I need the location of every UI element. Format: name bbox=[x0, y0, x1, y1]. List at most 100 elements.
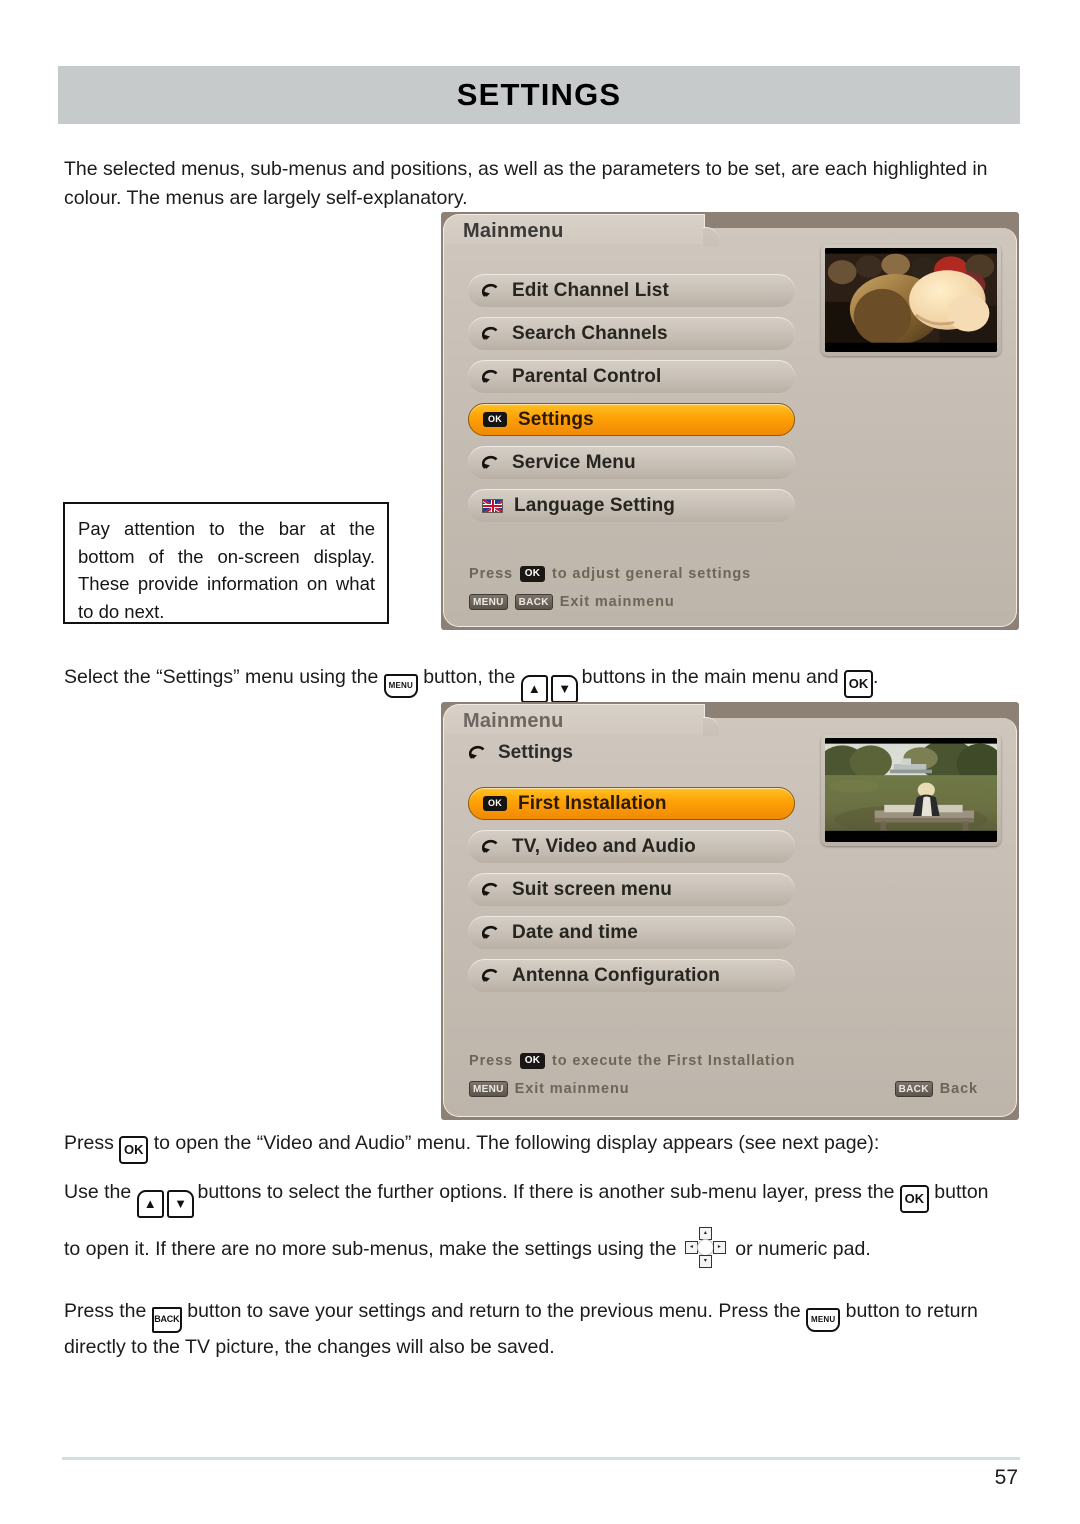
arrow-up-icon: ▲ bbox=[520, 675, 548, 703]
back-key-icon: BACK bbox=[894, 1081, 933, 1097]
ok-key-icon: OK bbox=[843, 670, 873, 698]
osd-status-line-2: MENU Exit mainmenu BACK Back bbox=[469, 1075, 997, 1103]
navigation-pad-icon: ▴ ◂ ▸ ▾ bbox=[684, 1227, 728, 1269]
instruction-use-buttons: Use the ▲ ▼ buttons to select the furthe… bbox=[64, 1178, 1022, 1218]
osd-menu-item-suit-screen-menu[interactable]: Suit screen menu bbox=[468, 873, 795, 906]
osd-status-back-label: Back bbox=[939, 1081, 978, 1097]
instruction-text-part1: to open it. If there are no more sub-men… bbox=[64, 1238, 677, 1260]
osd-video-preview bbox=[821, 734, 1001, 846]
osd-menu-item-label: Service Menu bbox=[512, 451, 636, 473]
osd-menu-item-service-menu[interactable]: Service Menu bbox=[468, 446, 795, 479]
back-key-icon: BACK bbox=[151, 1307, 182, 1333]
osd-status-line-2: MENU BACK Exit mainmenu bbox=[469, 588, 997, 616]
osd-menu-item-label: TV, Video and Audio bbox=[512, 835, 696, 857]
osd-menu-item-settings-selected[interactable]: OK Settings bbox=[468, 403, 795, 436]
osd-status-exit-label: Exit mainmenu bbox=[514, 1081, 630, 1097]
instruction-text-part1: Use the bbox=[64, 1181, 132, 1203]
arrow-down-icon: ▼ bbox=[551, 675, 579, 703]
intro-paragraph: The selected menus, sub-menus and positi… bbox=[64, 158, 988, 209]
park-bench-scene-thumbnail bbox=[825, 738, 997, 842]
menu-key-icon: MENU bbox=[469, 594, 508, 610]
osd-menu-item-date-and-time[interactable]: Date and time bbox=[468, 916, 795, 949]
ok-key-icon: OK bbox=[899, 1185, 929, 1213]
instruction-select-settings: Select the “Settings” menu using the MEN… bbox=[64, 663, 1022, 703]
osd-menu-item-label: Settings bbox=[518, 408, 594, 430]
osd-menu-item-label: Date and time bbox=[512, 921, 638, 943]
osd-status-line-1: Press OK to execute the First Installati… bbox=[469, 1047, 997, 1075]
arrow-loop-icon bbox=[482, 282, 501, 300]
note-box: Pay attention to the bar at the bottom o… bbox=[63, 502, 389, 624]
osd-menu-item-label: Parental Control bbox=[512, 365, 662, 387]
osd-menu-item-edit-channel-list[interactable]: Edit Channel List bbox=[468, 274, 795, 307]
instruction-press-ok: Press OK to open the “Video and Audio” m… bbox=[64, 1129, 1022, 1164]
arrow-loop-icon bbox=[482, 838, 501, 856]
osd-menu-item-label: Language Setting bbox=[514, 494, 675, 516]
arrow-down-icon: ▼ bbox=[167, 1190, 195, 1218]
instruction-text-part1: Press the bbox=[64, 1300, 147, 1322]
manual-page: SETTINGS The selected menus, sub-menus a… bbox=[0, 0, 1080, 1524]
arrow-up-icon: ▲ bbox=[136, 1190, 164, 1218]
osd-menu-item-label: Search Channels bbox=[512, 322, 668, 344]
arrow-loop-icon bbox=[469, 744, 488, 762]
osd-menu-item-search-channels[interactable]: Search Channels bbox=[468, 317, 795, 350]
arrow-loop-icon bbox=[482, 924, 501, 942]
instruction-text-part3: button bbox=[934, 1181, 989, 1203]
instruction-text-part2: buttons to select the further options. I… bbox=[197, 1181, 895, 1203]
ok-key-icon: OK bbox=[520, 1053, 546, 1069]
arrow-loop-icon bbox=[482, 368, 501, 386]
menu-key-icon: MENU bbox=[469, 1081, 508, 1097]
ok-badge-icon: OK bbox=[483, 796, 507, 811]
osd-title: Mainmenu bbox=[463, 220, 564, 242]
instruction-open-it: to open it. If there are no more sub-men… bbox=[64, 1227, 1022, 1269]
menu-key-icon: MENU bbox=[383, 674, 418, 698]
osd-status-suffix: to execute the First Installation bbox=[552, 1053, 796, 1069]
instruction-text-part3: buttons in the main menu and bbox=[581, 666, 839, 688]
osd-menu-list: Edit Channel List Search Channels Parent… bbox=[468, 274, 795, 532]
osd-menu-item-tv-video-and-audio[interactable]: TV, Video and Audio bbox=[468, 830, 795, 863]
osd-menu-item-label: Antenna Configuration bbox=[512, 964, 720, 986]
osd-title: Mainmenu bbox=[463, 710, 564, 732]
crowd-scene-thumbnail bbox=[825, 248, 997, 352]
page-number: 57 bbox=[994, 1466, 1018, 1489]
osd-status-line-1: Press OK to adjust general settings bbox=[469, 560, 997, 588]
page-title: SETTINGS bbox=[456, 77, 622, 112]
osd-menu-item-label: First Installation bbox=[518, 792, 667, 814]
uk-flag-icon bbox=[482, 498, 503, 513]
instruction-text-part2: or numeric pad. bbox=[735, 1238, 871, 1260]
navpad-right-icon: ▸ bbox=[712, 1241, 726, 1254]
osd-menu-item-label: Edit Channel List bbox=[512, 279, 669, 301]
updown-key-pair: ▲ ▼ bbox=[520, 668, 579, 703]
ok-badge-icon: OK bbox=[483, 412, 507, 427]
instruction-text-part2: button to save your settings and return … bbox=[187, 1300, 801, 1322]
osd-status-exit-label: Exit mainmenu bbox=[559, 594, 675, 610]
osd-status-prefix: Press bbox=[469, 566, 514, 582]
osd-screenshot-settings: Mainmenu Settings OK First Installation … bbox=[441, 702, 1019, 1120]
updown-key-pair: ▲ ▼ bbox=[136, 1183, 195, 1218]
osd-menu-list: OK First Installation TV, Video and Audi… bbox=[468, 787, 795, 1002]
menu-key-icon: MENU bbox=[806, 1308, 841, 1332]
ok-key-icon: OK bbox=[520, 566, 546, 582]
osd-menu-item-antenna-configuration[interactable]: Antenna Configuration bbox=[468, 959, 795, 992]
instruction-text-part2: button, the bbox=[423, 666, 516, 688]
note-box-text: Pay attention to the bar at the bottom o… bbox=[78, 518, 375, 622]
osd-status-prefix: Press bbox=[469, 1053, 514, 1069]
instruction-text-part1: Select the “Settings” menu using the bbox=[64, 666, 379, 688]
arrow-loop-icon bbox=[482, 325, 501, 343]
osd-status-suffix: to adjust general settings bbox=[552, 566, 752, 582]
osd-menu-item-first-installation-selected[interactable]: OK First Installation bbox=[468, 787, 795, 820]
breadcrumb-label: Settings bbox=[498, 742, 573, 763]
instruction-save-return: Press the BACK button to save your setti… bbox=[64, 1297, 1022, 1362]
navpad-center bbox=[696, 1239, 714, 1256]
osd-menu-item-language-setting[interactable]: Language Setting bbox=[468, 489, 795, 522]
breadcrumb: Settings bbox=[469, 742, 573, 764]
section-title-bar: SETTINGS bbox=[58, 66, 1020, 124]
navpad-left-icon: ◂ bbox=[684, 1241, 698, 1254]
osd-menu-item-parental-control[interactable]: Parental Control bbox=[468, 360, 795, 393]
arrow-loop-icon bbox=[482, 454, 501, 472]
osd-status-bar: Press OK to adjust general settings MENU… bbox=[469, 560, 997, 616]
instruction-text-part4: . bbox=[872, 666, 879, 688]
navpad-down-icon: ▾ bbox=[698, 1255, 712, 1268]
osd-screenshot-mainmenu: Mainmenu Edit Channel List Search Channe… bbox=[441, 212, 1019, 630]
osd-menu-item-label: Suit screen menu bbox=[512, 878, 672, 900]
osd-status-bar: Press OK to execute the First Installati… bbox=[469, 1047, 997, 1103]
